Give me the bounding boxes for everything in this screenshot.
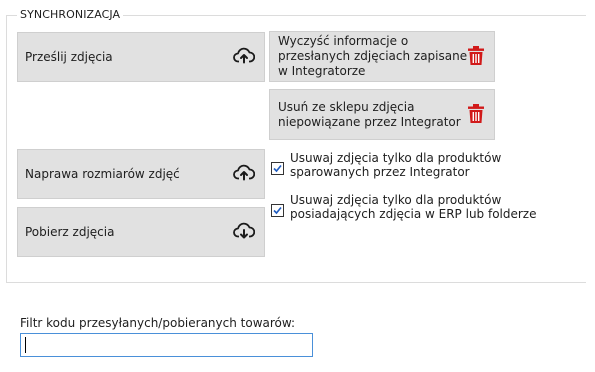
clear-photo-info-button[interactable]: Wyczyść informacje o przesłanych zdjęcia… xyxy=(269,31,495,82)
send-photos-button[interactable]: Prześlij zdjęcia xyxy=(17,32,265,82)
checkbox-label: Usuwaj zdjęcia tylko dla produktów posia… xyxy=(290,193,537,221)
checkbox-only-paired-products[interactable]: Usuwaj zdjęcia tylko dla produktów sparo… xyxy=(271,151,560,179)
send-photos-label: Prześlij zdjęcia xyxy=(25,49,113,64)
group-title: SYNCHRONIZACJA xyxy=(17,8,124,21)
checkbox-box[interactable] xyxy=(271,162,284,175)
trash-icon xyxy=(467,103,485,126)
repair-photo-sizes-label: Naprawa rozmiarów zdjęć xyxy=(25,166,180,181)
cloud-upload-icon xyxy=(233,164,256,185)
cloud-upload-icon xyxy=(233,47,256,68)
remove-unlinked-photos-label: Usuń ze sklepu zdjęcia niepowiązane prze… xyxy=(278,99,461,129)
filter-label: Filtr kodu przesyłanych/pobieranych towa… xyxy=(20,316,296,330)
text-caret xyxy=(25,337,26,353)
download-photos-button[interactable]: Pobierz zdjęcia xyxy=(17,207,265,257)
download-photos-label: Pobierz zdjęcia xyxy=(25,224,115,239)
remove-unlinked-photos-button[interactable]: Usuń ze sklepu zdjęcia niepowiązane prze… xyxy=(269,89,495,140)
checkbox-box[interactable] xyxy=(271,204,284,217)
cloud-download-icon xyxy=(233,222,256,243)
checkbox-label: Usuwaj zdjęcia tylko dla produktów sparo… xyxy=(290,151,502,179)
repair-photo-sizes-button[interactable]: Naprawa rozmiarów zdjęć xyxy=(17,149,265,199)
trash-icon xyxy=(467,45,485,68)
checkbox-only-products-with-photos[interactable]: Usuwaj zdjęcia tylko dla produktów posia… xyxy=(271,193,560,221)
product-code-filter-input[interactable] xyxy=(20,333,313,357)
clear-photo-info-label: Wyczyść informacje o przesłanych zdjęcia… xyxy=(278,34,468,78)
